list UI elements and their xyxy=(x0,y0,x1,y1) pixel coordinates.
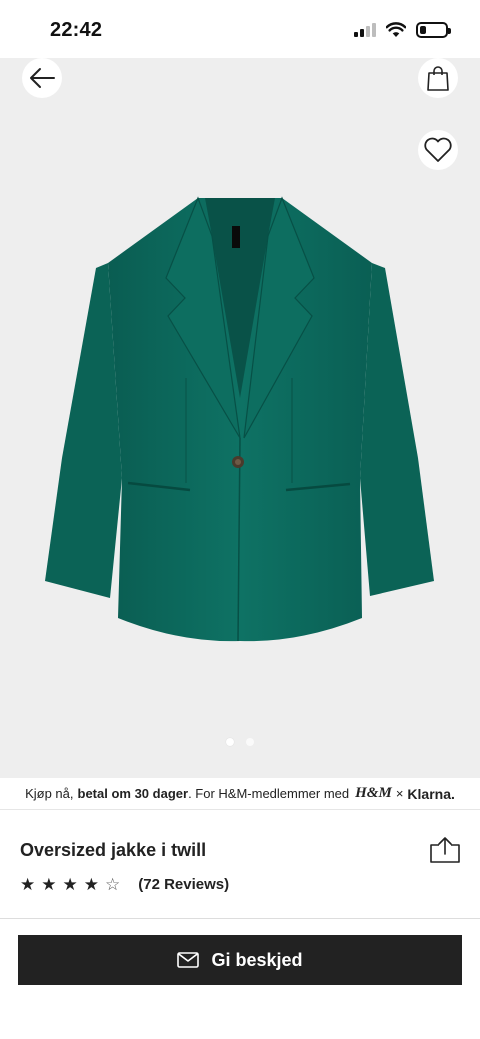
signal-icon xyxy=(354,23,376,37)
gallery-pagination xyxy=(0,738,480,746)
klarna-promo-banner[interactable]: Kjøp nå, betal om 30 dager. For H&M-medl… xyxy=(0,778,480,810)
wifi-icon xyxy=(386,22,406,37)
star-empty-icon: ☆ xyxy=(105,875,121,894)
promo-bold: betal om 30 dager xyxy=(77,786,189,801)
share-icon xyxy=(430,837,460,863)
battery-icon xyxy=(416,22,451,38)
divider xyxy=(0,918,480,919)
arrow-left-icon xyxy=(30,68,55,88)
gallery-dot[interactable] xyxy=(246,738,254,746)
star-filled-icon: ★ xyxy=(20,875,36,894)
hm-logo: H&M xyxy=(355,785,392,801)
promo-separator: × xyxy=(395,786,404,801)
product-image xyxy=(45,196,434,642)
reviews-link[interactable]: (72 Reviews) xyxy=(138,876,229,893)
status-time: 22:42 xyxy=(50,19,103,41)
product-title: Oversized jakke i twill xyxy=(20,840,207,860)
back-button[interactable] xyxy=(22,58,62,98)
status-icons xyxy=(354,22,451,38)
shopping-bag-icon xyxy=(427,66,449,91)
shopping-bag-button[interactable] xyxy=(418,58,458,98)
notify-me-label: Gi beskjed xyxy=(211,949,303,970)
notify-me-button[interactable]: Gi beskjed xyxy=(18,935,462,985)
promo-prefix: Kjøp nå, xyxy=(25,786,74,801)
gallery-dot-active[interactable] xyxy=(226,738,234,746)
star-filled-icon: ★ xyxy=(83,875,99,894)
heart-icon xyxy=(424,137,452,162)
favorite-button[interactable] xyxy=(418,130,458,170)
promo-suffix: . For H&M-medlemmer med xyxy=(188,786,350,801)
share-button[interactable] xyxy=(429,836,461,864)
product-rating[interactable]: ★ ★ ★ ★ ☆ (72 Reviews) xyxy=(20,876,229,893)
status-bar: 22:42 xyxy=(0,0,480,58)
klarna-logo: Klarna. xyxy=(407,785,455,802)
envelope-icon xyxy=(177,952,200,968)
product-image-gallery[interactable] xyxy=(0,58,480,778)
star-filled-icon: ★ xyxy=(41,875,57,894)
star-filled-icon: ★ xyxy=(62,875,78,894)
